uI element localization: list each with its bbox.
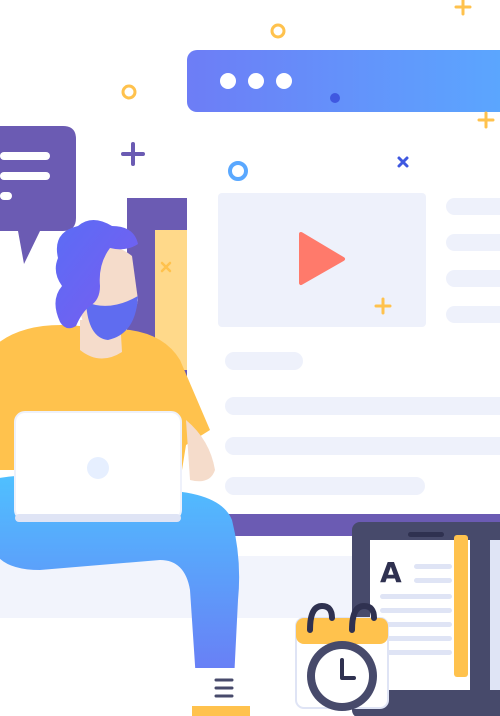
laptop-icon <box>14 411 182 522</box>
illustration-scene: A <box>0 0 500 716</box>
text-placeholder <box>446 198 500 215</box>
text-placeholder <box>225 437 500 455</box>
ring-sparkle-icon <box>121 84 137 100</box>
person-shoe <box>192 668 250 716</box>
plus-sparkle-icon <box>121 142 145 166</box>
text-placeholder <box>225 352 303 370</box>
text-placeholder <box>446 306 500 323</box>
calendar-clock-icon <box>295 602 389 711</box>
browser-bar-dot <box>330 93 340 103</box>
browser-window-dots-icon <box>220 73 292 89</box>
text-placeholder <box>446 270 500 287</box>
plus-sparkle-icon <box>454 0 472 16</box>
ring-sparkle-icon <box>270 23 286 39</box>
illustration-canvas: A <box>0 0 500 716</box>
browser-window <box>187 50 500 536</box>
text-placeholder <box>225 477 425 495</box>
document-letter: A <box>380 556 402 589</box>
text-placeholder <box>225 397 500 415</box>
text-placeholder <box>446 234 500 251</box>
